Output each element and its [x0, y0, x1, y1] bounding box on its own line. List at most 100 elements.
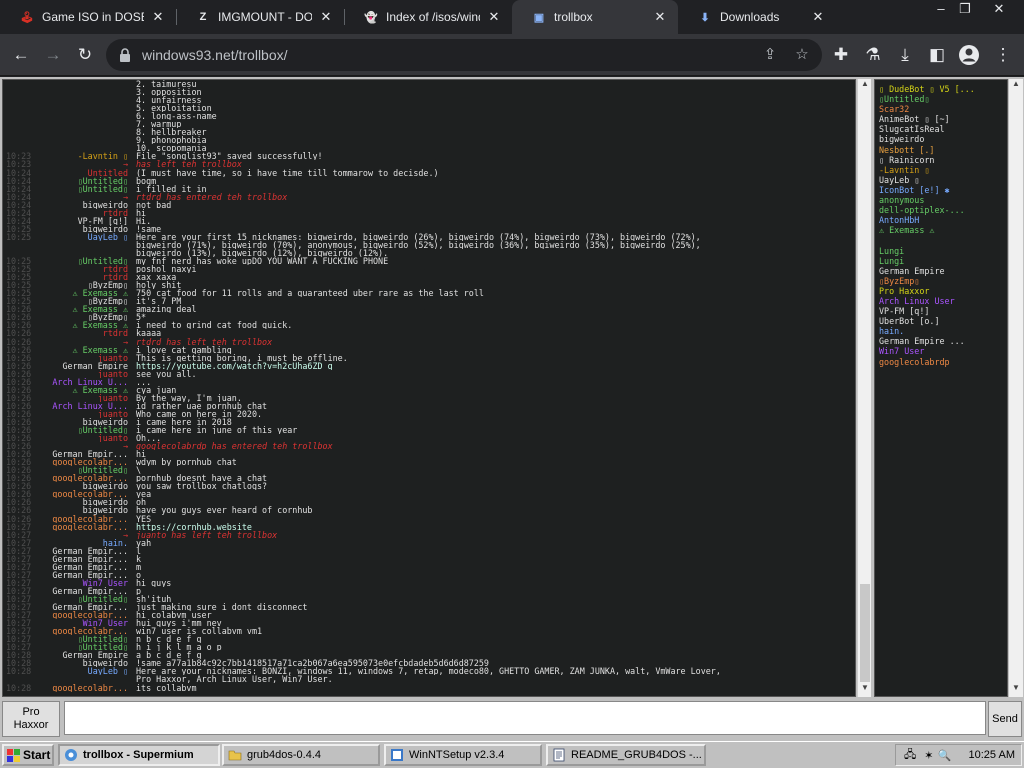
message-author[interactable]: hain.: [39, 539, 131, 547]
profile-avatar[interactable]: [956, 42, 982, 68]
message-author[interactable]: German Empire: [39, 362, 131, 370]
user-list-item[interactable]: IconBot [e!] ✱: [879, 185, 1007, 195]
send-button[interactable]: Send: [988, 701, 1022, 737]
user-list-item[interactable]: UayLeb ▯: [879, 175, 1007, 185]
message-author[interactable]: ▯Untitled▯: [39, 426, 131, 434]
user-list-item[interactable]: Lungi: [879, 246, 1007, 256]
message-author[interactable]: ⚠ Exemass ⚠: [39, 386, 131, 394]
address-bar[interactable]: windows93.net/trollbox/ ⇪ ☆: [106, 39, 822, 71]
user-list-item[interactable]: Scar32: [879, 104, 1007, 114]
message-author[interactable]: googlecolabr...: [39, 627, 131, 635]
message-author[interactable]: →: [39, 531, 131, 539]
tab-game-iso[interactable]: 🕹 Game ISO in DOSB ✕: [0, 0, 176, 34]
user-list-item[interactable]: Arch Linux User: [879, 296, 1007, 306]
user-list[interactable]: ▯ DudeBot ▯ V5 [... ▯Untitled▯ Scar32 Anime…: [874, 79, 1008, 697]
scroll-thumb[interactable]: [860, 584, 870, 682]
message-author[interactable]: German Empire: [39, 651, 131, 659]
message-author[interactable]: [39, 675, 131, 683]
user-list-item[interactable]: Pro Haxxor: [879, 286, 1007, 296]
tab-imgmount[interactable]: Z IMGMOUNT - DOSB ✕: [176, 0, 344, 34]
message-author[interactable]: German Empir...: [39, 563, 131, 571]
message-author[interactable]: UayLeb ▯: [39, 233, 131, 241]
message-author[interactable]: [39, 96, 131, 104]
user-list-item[interactable]: bigweirdo: [879, 134, 1007, 144]
message-author[interactable]: juanto: [39, 394, 131, 402]
message-author[interactable]: bigweirdo: [39, 659, 131, 667]
message-author[interactable]: →: [39, 442, 131, 450]
message-author[interactable]: ▯Untitled▯: [39, 257, 131, 265]
user-list-item[interactable]: VP-FM [q!]: [879, 306, 1007, 316]
user-list-item[interactable]: ▯ DudeBot ▯ V5 [...: [879, 84, 1007, 94]
labs-flask-icon[interactable]: ⚗: [860, 42, 886, 68]
message-author[interactable]: ▯Untitled▯: [39, 466, 131, 474]
message-author[interactable]: juanto: [39, 354, 131, 362]
message-author[interactable]: [39, 112, 131, 120]
close-tab-icon[interactable]: ✕: [652, 9, 668, 25]
nickname-button[interactable]: Pro Haxxor: [2, 701, 60, 737]
message-author[interactable]: bigweirdo: [39, 482, 131, 490]
download-icon[interactable]: ⤓: [892, 42, 918, 68]
user-list-item[interactable]: ▯ Rainicorn: [879, 155, 1007, 165]
scroll-up-arrow-icon[interactable]: ▲: [1009, 79, 1023, 93]
message-author[interactable]: →: [39, 338, 131, 346]
message-author[interactable]: German Empir...: [39, 571, 131, 579]
message-author[interactable]: ▯Untitled▯: [39, 185, 131, 193]
user-list-item[interactable]: German Empire: [879, 266, 1007, 276]
message-link[interactable]: https://youtube.com/watch?v=h2cUha6ZD_g: [131, 362, 333, 370]
forward-button[interactable]: →: [40, 42, 66, 68]
user-list-item[interactable]: Win7 User: [879, 346, 1007, 356]
scroll-up-arrow-icon[interactable]: ▲: [858, 79, 872, 93]
message-author[interactable]: juanto: [39, 434, 131, 442]
close-window-button[interactable]: ✕: [984, 0, 1014, 20]
close-tab-icon[interactable]: ✕: [318, 9, 334, 25]
message-author[interactable]: ▯Untitled▯: [39, 177, 131, 185]
star-icon[interactable]: ☆: [790, 43, 814, 67]
message-author[interactable]: German Empir...: [39, 603, 131, 611]
message-author[interactable]: ⚠ Exemass ⚠: [39, 321, 131, 329]
scroll-down-arrow-icon[interactable]: ▼: [1009, 683, 1023, 697]
user-list-item[interactable]: hain.: [879, 326, 1007, 336]
message-author[interactable]: ▯ByzEmp▯: [39, 281, 131, 289]
extensions-icon[interactable]: ✚: [828, 42, 854, 68]
user-list-item[interactable]: Nesbott [.]: [879, 145, 1007, 155]
user-list-item[interactable]: German Empire ...: [879, 336, 1007, 346]
message-author[interactable]: googlecolabr...: [39, 611, 131, 619]
message-author[interactable]: [39, 144, 131, 152]
message-author[interactable]: googlecolabr...: [39, 515, 131, 523]
message-author[interactable]: juanto: [39, 370, 131, 378]
message-author[interactable]: ▯Untitled▯: [39, 643, 131, 651]
user-list-item[interactable]: ▯ByzEmp▯: [879, 276, 1007, 286]
message-author[interactable]: German Empir...: [39, 547, 131, 555]
close-tab-icon[interactable]: ✕: [150, 9, 166, 25]
message-author[interactable]: googlecolabr...: [39, 490, 131, 498]
message-author[interactable]: VP-FM [q!]: [39, 217, 131, 225]
volume-icon[interactable]: ✶: [924, 749, 933, 762]
message-author[interactable]: bigweirdo: [39, 506, 131, 514]
message-author[interactable]: [39, 120, 131, 128]
message-author[interactable]: German Empir...: [39, 555, 131, 563]
message-author[interactable]: →: [39, 193, 131, 201]
message-author[interactable]: [39, 88, 131, 96]
user-list-item[interactable]: anonymous: [879, 195, 1007, 205]
message-link[interactable]: https://cornhub.website: [131, 523, 252, 531]
user-list-item[interactable]: googlecolabrdp: [879, 357, 1007, 367]
user-list-item[interactable]: -Lavntin ▯: [879, 165, 1007, 175]
share-icon[interactable]: ⇪: [758, 43, 782, 67]
message-author[interactable]: [39, 136, 131, 144]
message-author[interactable]: googlecolabr...: [39, 474, 131, 482]
message-author[interactable]: rtdrd: [39, 329, 131, 337]
message-author[interactable]: googlecolabr...: [39, 684, 131, 692]
message-author[interactable]: →: [39, 160, 131, 168]
close-tab-icon[interactable]: ✕: [810, 9, 826, 25]
message-author[interactable]: ▯ByzEmp▯: [39, 313, 131, 321]
message-author[interactable]: [39, 80, 131, 88]
message-author[interactable]: -Lavntin ▯: [39, 152, 131, 160]
message-author[interactable]: ▯Untitled▯: [39, 595, 131, 603]
message-input[interactable]: [64, 701, 986, 735]
page-scrollbar[interactable]: ▲ ▼: [1009, 79, 1023, 697]
message-author[interactable]: [39, 104, 131, 112]
message-author[interactable]: juanto: [39, 410, 131, 418]
message-author[interactable]: bigweirdo: [39, 498, 131, 506]
message-author[interactable]: ⚠ Exemass ⚠: [39, 346, 131, 354]
user-list-item[interactable]: dell-optiplex-...: [879, 205, 1007, 215]
